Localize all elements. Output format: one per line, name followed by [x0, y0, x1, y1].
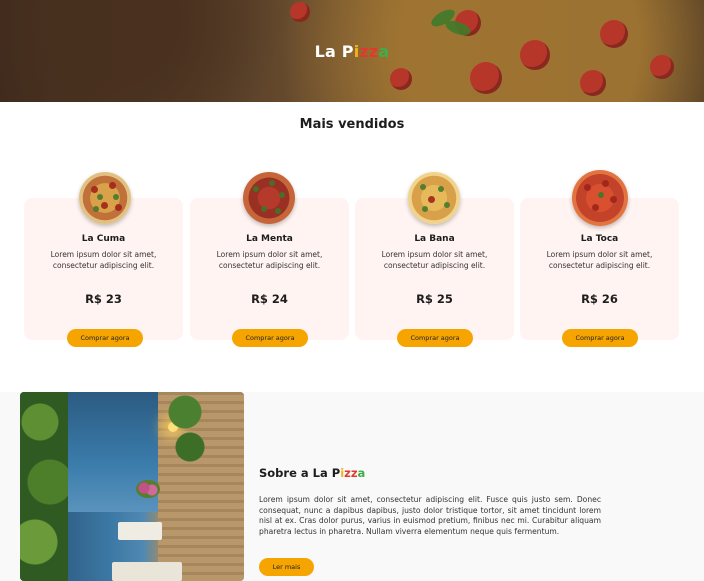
product-name: La Bana: [414, 234, 455, 244]
site-logo[interactable]: La Pizza: [0, 42, 704, 61]
logo-letter-p: P: [341, 42, 354, 61]
about-title-letters-zz: zz: [344, 466, 358, 480]
bestsellers-title: Mais vendidos: [299, 117, 405, 132]
about-title: Sobre a La Pizza: [259, 466, 365, 480]
product-description: Lorem ipsum dolor sit amet, consectetur …: [381, 250, 488, 270]
hero-banner: La Pizza: [0, 0, 704, 102]
read-more-button[interactable]: Ler mais: [259, 558, 314, 576]
buy-now-button[interactable]: Comprar agora: [397, 329, 473, 347]
about-title-prefix: Sobre a La: [259, 466, 332, 480]
pepperoni-decoration: [580, 70, 606, 96]
product-description: Lorem ipsum dolor sit amet, consectetur …: [216, 250, 323, 270]
product-price: R$ 24: [251, 292, 288, 306]
about-title-letter-a: a: [357, 466, 366, 480]
pizza-image: [243, 172, 295, 224]
pepperoni-decoration: [390, 68, 412, 90]
pepperoni-decoration: [470, 62, 502, 94]
logo-letter-a: a: [378, 42, 390, 61]
buy-now-button[interactable]: Comprar agora: [562, 329, 638, 347]
about-text: Lorem ipsum dolor sit amet, consectetur …: [259, 495, 601, 536]
pepperoni-decoration: [290, 2, 310, 22]
pizza-image: [572, 170, 628, 226]
product-price: R$ 23: [85, 292, 122, 306]
product-description: Lorem ipsum dolor sit amet, consectetur …: [50, 250, 157, 270]
product-name: La Cuma: [81, 234, 126, 244]
product-description: Lorem ipsum dolor sit amet, consectetur …: [546, 250, 653, 270]
pizza-image: [79, 172, 131, 224]
product-name: La Menta: [246, 234, 293, 244]
logo-text-prefix: La: [314, 42, 342, 61]
product-name: La Toca: [580, 234, 619, 244]
about-title-letter-p: P: [331, 466, 341, 480]
buy-now-button[interactable]: Comprar agora: [232, 329, 308, 347]
restaurant-photo: [20, 392, 244, 581]
logo-letters-zz: zz: [359, 42, 379, 61]
product-price: R$ 25: [416, 292, 453, 306]
pizza-image: [408, 172, 460, 224]
product-price: R$ 26: [581, 292, 618, 306]
buy-now-button[interactable]: Comprar agora: [67, 329, 143, 347]
